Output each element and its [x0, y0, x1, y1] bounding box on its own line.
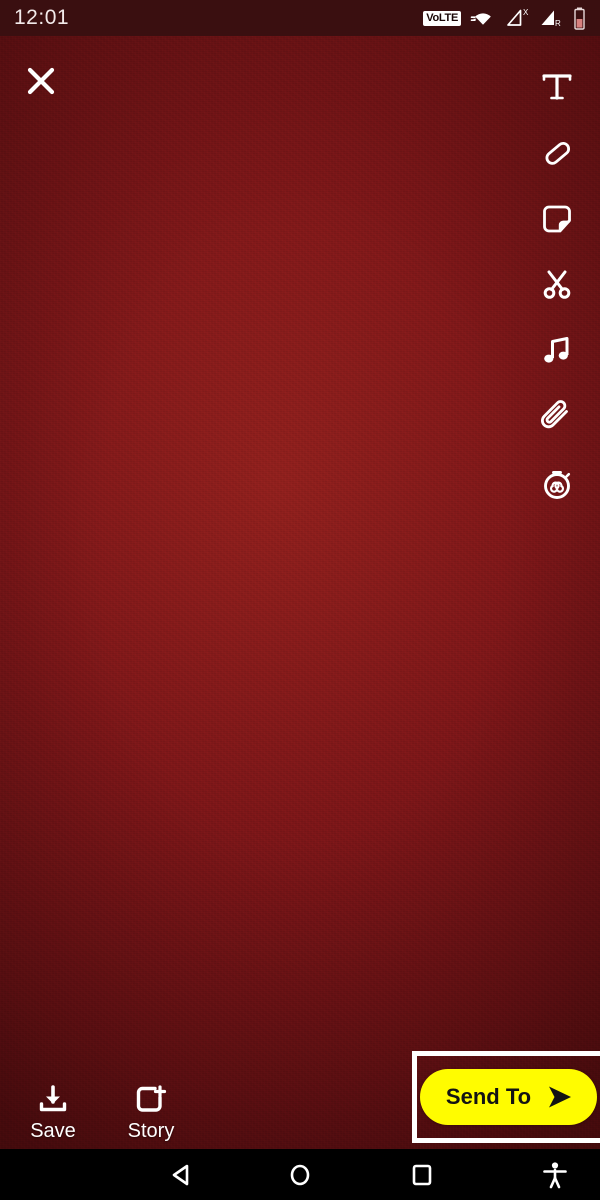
battery-icon [574, 7, 585, 30]
pencil-draw-icon [545, 141, 571, 165]
recents-square-icon [412, 1164, 432, 1185]
send-arrow-icon [549, 1086, 572, 1108]
tool-scissors-button[interactable] [528, 252, 586, 318]
signal-x-label: X [523, 8, 529, 17]
tool-sticker-button[interactable] [528, 186, 586, 252]
editor-tool-rail [528, 54, 586, 516]
save-button[interactable]: Save [18, 1085, 88, 1143]
text-tool-icon [542, 74, 572, 100]
signal-roaming-icon: R [541, 10, 561, 28]
canvas-vignette [0, 36, 600, 1149]
left-actions: Save Story [18, 1085, 186, 1143]
close-button[interactable] [18, 58, 64, 104]
status-icons: VoLTE X R [423, 7, 586, 30]
add-to-story-icon [136, 1085, 167, 1112]
volte-badge: VoLTE [423, 10, 461, 26]
signal-r-label: R [555, 19, 561, 28]
status-bar: 12:01 VoLTE X R [0, 0, 600, 36]
phone-screen: 12:01 VoLTE X R Save Story Send To [0, 0, 600, 1200]
download-icon [39, 1085, 67, 1112]
send-to-label: Send To [445, 1084, 532, 1109]
paperclip-icon [541, 400, 568, 429]
nav-accessibility-button[interactable] [525, 1149, 585, 1200]
nav-home-button[interactable] [270, 1149, 330, 1200]
story-button[interactable]: Story [116, 1085, 186, 1143]
signal-no-sim-icon: X [507, 8, 529, 26]
story-label: Story [127, 1120, 175, 1142]
tool-timer-button[interactable] [528, 450, 586, 516]
bottom-action-bar: Save Story Send To [0, 1049, 600, 1149]
scissors-icon [543, 270, 571, 299]
accessibility-icon [543, 1161, 567, 1188]
tool-text-button[interactable] [528, 54, 586, 120]
wifi-icon [470, 13, 491, 25]
nav-recents-button[interactable] [392, 1149, 452, 1200]
stopwatch-infinity-icon [544, 471, 571, 499]
back-triangle-icon [172, 1164, 189, 1185]
send-to-highlight: Send To [412, 1051, 600, 1143]
save-label: Save [30, 1120, 76, 1142]
canvas-noise-texture [0, 36, 600, 1149]
home-circle-icon [290, 1164, 310, 1185]
tool-music-button[interactable] [528, 318, 586, 384]
music-note-icon [544, 337, 569, 363]
android-nav-bar [0, 1149, 600, 1200]
sticker-icon [543, 205, 571, 233]
tool-attach-link-button[interactable] [528, 384, 586, 450]
photo-canvas[interactable] [0, 36, 600, 1149]
close-icon [27, 67, 55, 95]
nav-back-button[interactable] [152, 1149, 212, 1200]
send-to-button[interactable]: Send To [419, 1069, 598, 1125]
status-clock: 12:01 [14, 6, 70, 29]
tool-draw-button[interactable] [528, 120, 586, 186]
